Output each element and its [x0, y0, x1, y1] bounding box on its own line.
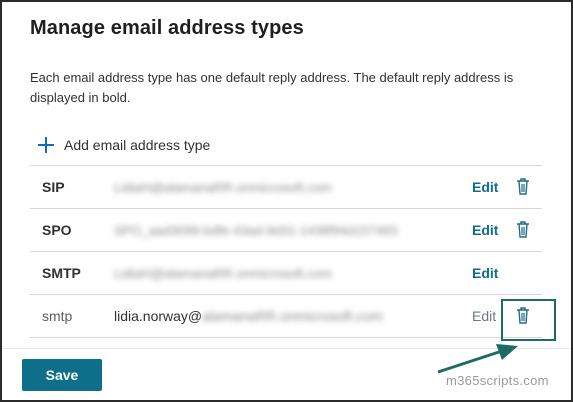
edit-button[interactable]: Edit: [472, 179, 498, 195]
footer-divider: [2, 348, 571, 349]
edit-button[interactable]: Edit: [472, 265, 498, 281]
panel-description: Each email address type has one default …: [30, 70, 514, 105]
type-cell: SPO: [42, 222, 72, 238]
type-cell: SIP: [42, 179, 65, 195]
save-button[interactable]: Save: [22, 359, 102, 391]
table-row: smtp lidia.norway@alamanaRR.onmicrosoft.…: [30, 294, 542, 338]
watermark: m365scripts.com: [446, 373, 549, 388]
email-types-panel: Manage email address types Each email ad…: [0, 0, 573, 402]
type-cell: SMTP: [42, 265, 81, 281]
edit-button[interactable]: Edit: [472, 308, 496, 324]
type-cell: smtp: [42, 308, 73, 324]
table-row: SIP LidiaH@alamanaRR.onmicrosoft.com Edi…: [30, 165, 542, 208]
trash-icon[interactable]: [516, 220, 530, 238]
trash-icon[interactable]: [516, 306, 530, 324]
table-row: SMTP LidiaH@alamanaRR.onmicrosoft.com Ed…: [30, 251, 542, 294]
add-email-type-button[interactable]: Add email address type: [38, 134, 210, 156]
plus-icon: [38, 137, 54, 153]
redacted-address: SPO_aad3099-bdfe-43ad-9d31-1438f94d15749…: [114, 222, 398, 238]
redacted-address: LidiaH@alamanaRR.onmicrosoft.com: [114, 265, 332, 281]
redacted-address: LidiaH@alamanaRR.onmicrosoft.com: [114, 179, 332, 195]
panel-title: Manage email address types: [30, 17, 304, 39]
email-types-table: SIP LidiaH@alamanaRR.onmicrosoft.com Edi…: [30, 165, 542, 338]
add-email-type-label: Add email address type: [64, 137, 211, 153]
address-prefix: lidia.norway@: [114, 308, 203, 324]
trash-icon[interactable]: [516, 177, 530, 195]
redacted-address: alamanaRR.onmicrosoft.com: [202, 308, 383, 324]
edit-button[interactable]: Edit: [472, 222, 498, 238]
table-row: SPO SPO_aad3099-bdfe-43ad-9d31-1438f94d1…: [30, 208, 542, 251]
